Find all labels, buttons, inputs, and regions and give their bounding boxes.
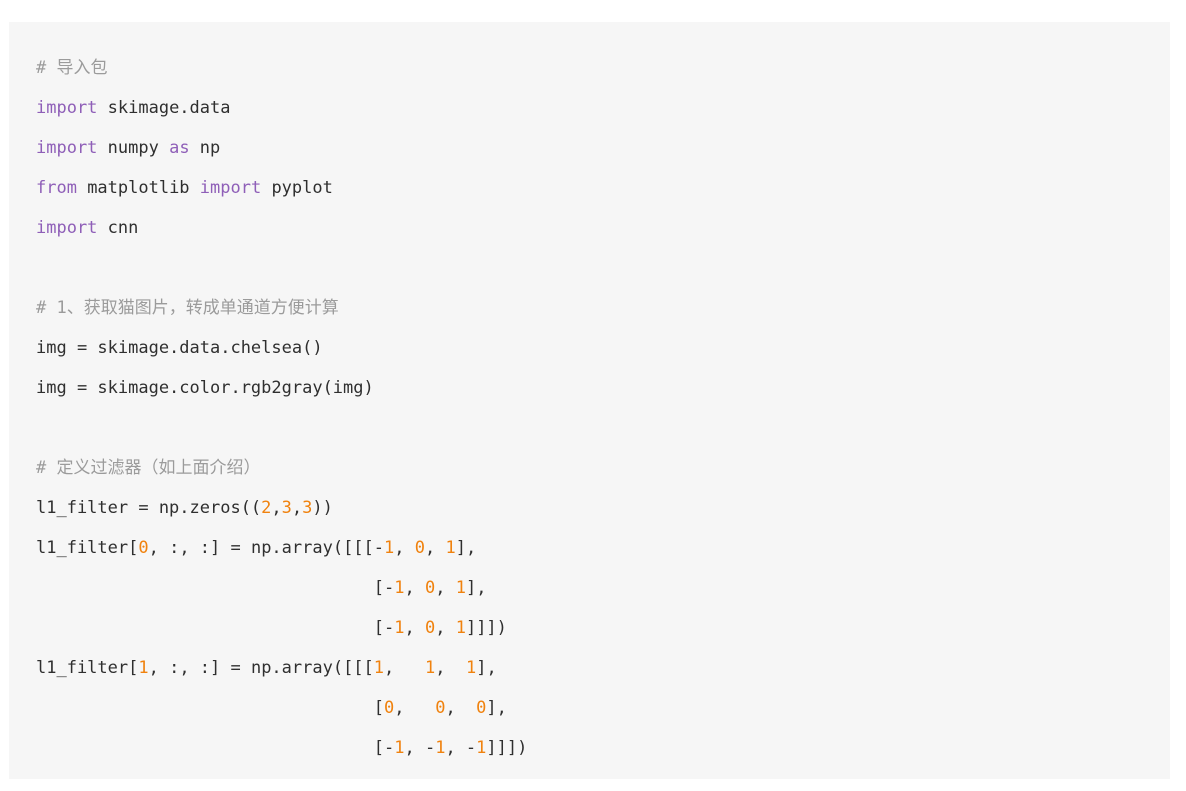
code-token: [-: [36, 738, 395, 758]
code-token: ],: [476, 658, 497, 678]
code-token: , -: [445, 738, 477, 758]
code-token: , :, :] = np.array([[[: [148, 658, 374, 678]
code-token: # 定义过滤器（如上面介绍）: [36, 458, 261, 478]
code-token: 0: [476, 698, 487, 718]
code-line: img = skimage.data.chelsea(): [9, 328, 1170, 368]
code-line: [-1, 0, 1]]]): [9, 608, 1170, 648]
code-token: 0: [414, 538, 425, 558]
code-line: from matplotlib import pyplot: [9, 168, 1170, 208]
code-token: 1: [455, 618, 466, 638]
code-token: ],: [486, 698, 507, 718]
code-token: )): [312, 498, 333, 518]
code-line: # 定义过滤器（如上面介绍）: [9, 448, 1170, 488]
code-token: # 1、获取猫图片，转成单通道方便计算: [36, 298, 339, 318]
code-token: 1: [445, 538, 456, 558]
code-line: l1_filter = np.zeros((2,3,3)): [9, 488, 1170, 528]
code-token: import: [36, 138, 98, 158]
code-line: import skimage.data: [9, 88, 1170, 128]
code-line: [-1, -1, -1]]]): [9, 728, 1170, 768]
code-token: 1: [394, 618, 405, 638]
code-token: cnn: [97, 218, 139, 238]
code-token: from: [36, 178, 77, 198]
code-token: ],: [465, 578, 487, 598]
code-token: matplotlib: [76, 178, 200, 198]
code-line: # 导入包: [9, 48, 1170, 88]
code-token: pyplot: [261, 178, 333, 198]
code-token: img = skimage.color.rgb2gray(img): [36, 378, 374, 398]
code-line: l1_filter[1, :, :] = np.array([[[1, 1, 1…: [9, 648, 1170, 688]
code-token: 1: [373, 658, 385, 678]
code-token: 0: [435, 698, 446, 718]
code-token: 1: [465, 658, 477, 678]
code-token: 1: [138, 658, 149, 678]
code-token: [-: [36, 578, 395, 598]
code-token: ,: [271, 498, 282, 518]
code-token: [-: [36, 618, 395, 638]
code-token: 1: [455, 578, 466, 598]
code-token: numpy: [97, 138, 170, 158]
code-token: 0: [424, 618, 436, 638]
code-token: import: [199, 178, 262, 198]
code-token: 2: [261, 498, 272, 518]
code-token: ,: [435, 658, 466, 678]
code-token: ,: [435, 618, 456, 638]
code-token: ,: [404, 578, 425, 598]
code-line: [-1, 0, 1],: [9, 568, 1170, 608]
code-line: [0, 0, 0],: [9, 688, 1170, 728]
code-block: # 导入包 import skimage.data import numpy as …: [9, 22, 1170, 779]
code-token: img = skimage.data.chelsea(): [36, 338, 323, 358]
code-token: l1_filter = np.zeros((: [36, 498, 262, 518]
code-token: ,: [445, 698, 477, 718]
code-token: ]]]): [486, 738, 528, 758]
code-token: [: [36, 698, 384, 718]
code-token: ,: [291, 498, 303, 518]
code-token: 1: [384, 538, 395, 558]
code-token: import: [36, 218, 98, 238]
code-token: ,: [425, 538, 446, 558]
code-token: ,: [394, 698, 436, 718]
code-token: , :, :] = np.array([[[-: [148, 538, 385, 558]
code-token: np: [189, 138, 221, 158]
code-token: ,: [394, 538, 415, 558]
code-token: ],: [455, 538, 477, 558]
code-line: import numpy as np: [9, 128, 1170, 168]
code-token: 3: [302, 498, 313, 518]
code-line-list: # 导入包 import skimage.data import numpy as …: [9, 48, 1170, 768]
code-token: , -: [404, 738, 436, 758]
code-token: 0: [384, 698, 395, 718]
code-line: # 1、获取猫图片，转成单通道方便计算: [9, 288, 1170, 328]
code-token: ,: [384, 658, 425, 678]
code-token: 0: [138, 538, 149, 558]
code-token: import: [36, 98, 98, 118]
code-line: l1_filter[0, :, :] = np.array([[[-1, 0, …: [9, 528, 1170, 568]
code-token: 1: [394, 738, 405, 758]
code-token: 1: [424, 658, 436, 678]
code-token: 3: [281, 498, 292, 518]
code-token: 0: [424, 578, 436, 598]
code-token: ,: [435, 578, 456, 598]
code-token: ,: [404, 618, 425, 638]
code-token: l1_filter[: [36, 538, 139, 558]
code-token: as: [169, 138, 190, 158]
code-token: skimage.data: [97, 98, 231, 118]
code-token: ]]]): [465, 618, 507, 638]
code-token: 1: [476, 738, 487, 758]
code-line: import cnn: [9, 208, 1170, 248]
code-token: l1_filter[: [36, 658, 139, 678]
code-token: # 导入包: [36, 58, 108, 78]
code-token: 1: [394, 578, 405, 598]
code-token: 1: [435, 738, 446, 758]
code-line: img = skimage.color.rgb2gray(img): [9, 368, 1170, 408]
